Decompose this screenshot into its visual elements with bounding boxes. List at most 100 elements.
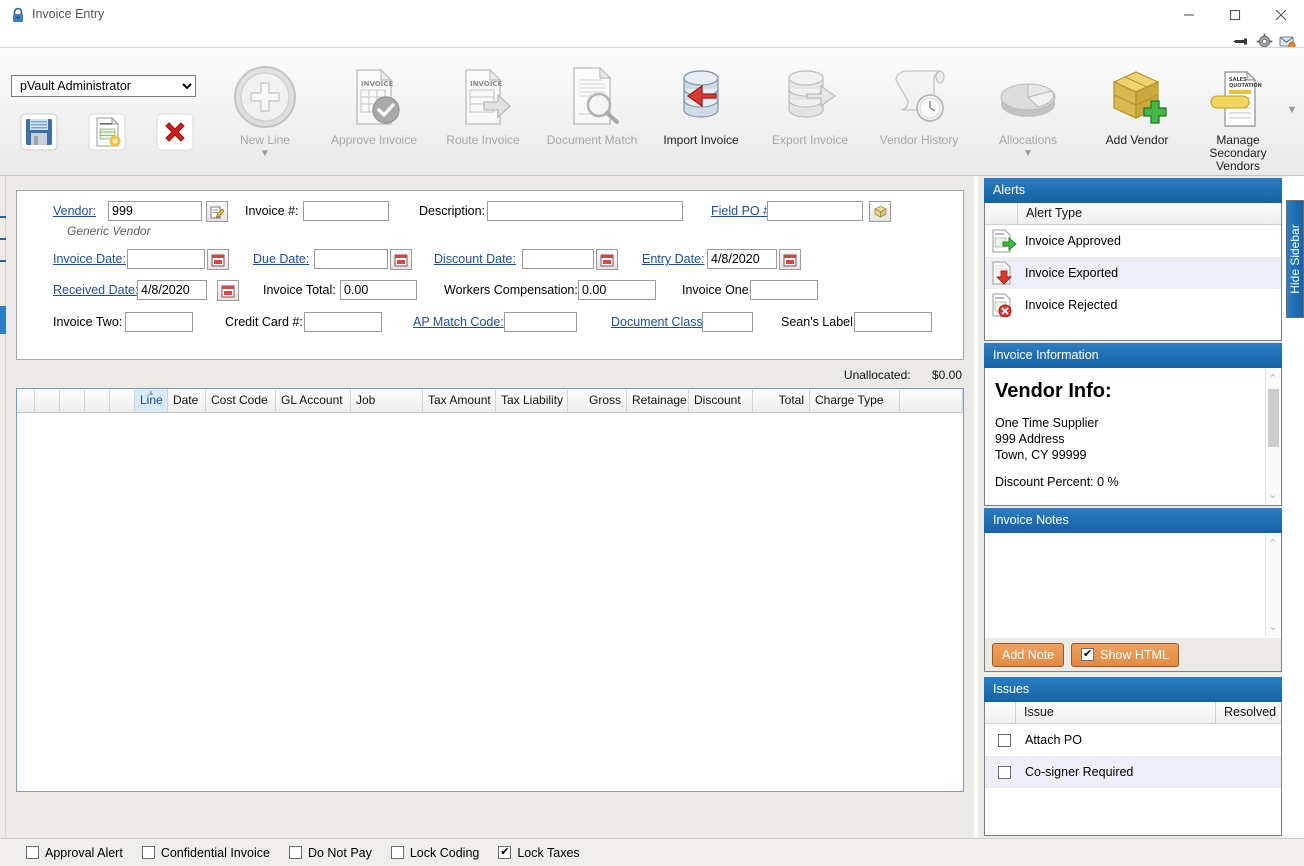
import-invoice-button[interactable]: Import Invoice — [641, 58, 761, 147]
alert-row-invoice-exported[interactable]: Invoice Exported — [985, 257, 1281, 289]
grid-col-icon3[interactable] — [85, 389, 110, 412]
new-line-button[interactable]: New Line ▼ — [205, 58, 325, 159]
grid-col-discount[interactable]: Discount — [689, 389, 753, 412]
grid-col-tax-amount[interactable]: Tax Amount — [423, 389, 496, 412]
invoice-two-input[interactable] — [125, 312, 193, 332]
grid-col-icon2[interactable] — [60, 389, 85, 412]
minimize-button[interactable] — [1166, 0, 1212, 30]
approval-alert-checkbox-item[interactable]: Approval Alert — [26, 846, 123, 860]
invoice-lines-grid[interactable]: ▲ Line Date Cost Code GL Account Job Tax… — [16, 388, 964, 792]
invoice-notes-scrollbar[interactable]: ⌃ ⌄ — [1265, 534, 1280, 636]
manage-secondary-vendors-button[interactable]: SALES QUOTATION Manage Secondary Vendors — [1186, 58, 1290, 173]
role-select[interactable]: pVault Administrator — [11, 75, 196, 97]
vendor-picker-button[interactable] — [206, 201, 228, 222]
do-not-pay-checkbox-item[interactable]: Do Not Pay — [288, 846, 372, 860]
vendor-label[interactable]: Vendor: — [53, 204, 96, 218]
show-html-checkbox[interactable] — [1081, 648, 1095, 661]
ap-match-code-input[interactable] — [504, 312, 577, 332]
issue-checkbox[interactable] — [989, 759, 1019, 785]
credit-card-input[interactable] — [304, 312, 382, 332]
document-match-button[interactable]: Document Match — [532, 58, 652, 147]
discount-date-calendar-button[interactable] — [596, 249, 618, 270]
field-po-picker-button[interactable] — [869, 201, 891, 222]
due-date-calendar-button[interactable] — [390, 249, 412, 270]
route-invoice-button[interactable]: INVOICE Route Invoice — [423, 58, 543, 147]
delete-button[interactable] — [147, 106, 203, 158]
invoice-number-input[interactable] — [303, 201, 389, 221]
grid-col-icon1[interactable] — [35, 389, 60, 412]
workers-comp-input[interactable] — [578, 280, 656, 300]
due-date-input[interactable] — [314, 249, 388, 269]
field-po-input[interactable] — [767, 201, 863, 221]
grid-col-icon4[interactable] — [110, 389, 135, 412]
grid-col-cost-code[interactable]: Cost Code — [206, 389, 276, 412]
grid-col-tax-liability[interactable]: Tax Liability — [496, 389, 568, 412]
add-note-button[interactable]: Add Note — [992, 642, 1065, 667]
grid-col-date[interactable]: Date — [168, 389, 206, 412]
alert-row-invoice-rejected[interactable]: Invoice Rejected — [985, 289, 1281, 321]
issue-row-attach-po[interactable]: Attach PO — [985, 724, 1281, 756]
invoice-date-label[interactable]: Invoice Date: — [53, 252, 126, 266]
export-invoice-button[interactable]: Export Invoice — [750, 58, 870, 147]
scroll-down-icon[interactable]: ⌄ — [1268, 620, 1277, 633]
discount-date-label[interactable]: Discount Date: — [434, 252, 516, 266]
description-input[interactable] — [487, 201, 683, 221]
entry-date-calendar-button[interactable] — [779, 249, 801, 270]
discount-date-input[interactable] — [522, 249, 594, 269]
received-date-calendar-button[interactable] — [217, 280, 239, 301]
received-date-label[interactable]: Received Date: — [53, 283, 138, 297]
lock-coding-checkbox[interactable] — [390, 846, 404, 859]
add-vendor-button[interactable]: Add Vendor — [1077, 58, 1197, 147]
entry-date-label[interactable]: Entry Date: — [642, 252, 705, 266]
show-html-button[interactable]: Show HTML — [1071, 642, 1179, 667]
confidential-invoice-checkbox-item[interactable]: Confidential Invoice — [141, 846, 270, 860]
ribbon-scroll-caret-icon[interactable]: ▼ — [1284, 104, 1300, 116]
entry-date-input[interactable] — [707, 249, 777, 269]
due-date-label[interactable]: Due Date: — [253, 252, 309, 266]
grid-col-total[interactable]: Total — [753, 389, 810, 412]
grid-col-gl-account[interactable]: GL Account — [276, 389, 351, 412]
save-button[interactable] — [11, 106, 67, 158]
scroll-up-icon[interactable]: ⌃ — [1268, 537, 1277, 550]
lock-taxes-checkbox[interactable] — [498, 846, 512, 859]
invoice-date-input[interactable] — [127, 249, 205, 269]
document-class-input[interactable] — [702, 312, 753, 332]
close-button[interactable] — [1258, 0, 1304, 30]
invoice-information-scrollbar[interactable]: ⌃ ⌄ — [1265, 369, 1280, 504]
new-invoice-button[interactable] — [79, 106, 135, 158]
grid-col-retainage[interactable]: Retainage — [627, 389, 689, 412]
approve-invoice-button[interactable]: INVOICE Approve Invoice — [314, 58, 434, 147]
grid-col-line[interactable]: ▲ Line — [135, 388, 168, 412]
invoice-date-calendar-button[interactable] — [207, 249, 229, 270]
invoice-one-input[interactable] — [750, 280, 818, 300]
ap-match-code-label[interactable]: AP Match Code: — [413, 315, 504, 329]
scroll-down-icon[interactable]: ⌄ — [1268, 488, 1277, 501]
lock-taxes-checkbox-item[interactable]: Lock Taxes — [498, 846, 580, 860]
approval-alert-checkbox[interactable] — [26, 846, 39, 859]
invoice-total-input[interactable] — [340, 280, 417, 300]
confidential-invoice-checkbox[interactable] — [141, 846, 155, 859]
grid-col-job[interactable]: Job — [351, 389, 423, 412]
maximize-button[interactable] — [1212, 0, 1258, 30]
vendor-input[interactable] — [108, 201, 202, 221]
received-date-input[interactable] — [137, 280, 207, 300]
allocations-button[interactable]: Allocations ▼ — [968, 58, 1088, 159]
grid-col-gross[interactable]: Gross — [568, 389, 627, 412]
document-class-label[interactable]: Document Class: — [611, 315, 706, 329]
hide-sidebar-tab[interactable]: Hide Sidebar — [1286, 200, 1304, 318]
vendor-history-button[interactable]: Vendor History — [859, 58, 979, 147]
do-not-pay-checkbox[interactable] — [288, 846, 302, 859]
grid-col-select[interactable] — [17, 389, 35, 412]
alert-row-invoice-approved[interactable]: Invoice Approved — [985, 225, 1281, 257]
invoice-notes-body[interactable] — [985, 533, 1281, 638]
grid-col-charge-type[interactable]: Charge Type — [810, 389, 900, 412]
field-po-label[interactable]: Field PO #: — [711, 204, 774, 218]
new-line-caret-icon[interactable]: ▼ — [205, 149, 325, 159]
lock-coding-checkbox-item[interactable]: Lock Coding — [390, 846, 479, 860]
scroll-up-icon[interactable]: ⌃ — [1268, 372, 1277, 385]
issue-row-co-signer-required[interactable]: Co-signer Required — [985, 756, 1281, 788]
allocations-caret-icon[interactable]: ▼ — [968, 149, 1088, 159]
seans-label-input[interactable] — [854, 312, 932, 332]
issue-checkbox[interactable] — [989, 727, 1019, 753]
invoice-notes-panel[interactable]: ⌃ ⌄ — [984, 533, 1282, 638]
